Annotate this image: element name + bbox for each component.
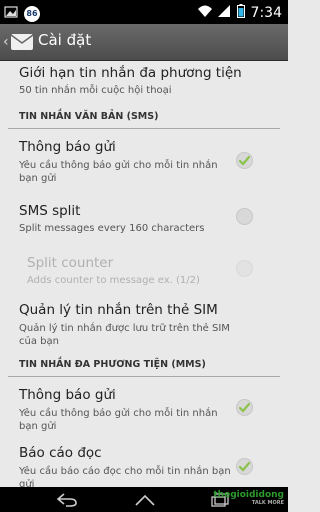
image-notification-icon [4, 4, 18, 23]
notification-badge: 86 [24, 5, 40, 22]
pref-summary: Adds counter to message ex. (1/2) [27, 275, 200, 286]
pref-split-counter[interactable]: Split counter Adds counter to message ex… [0, 251, 288, 293]
pref-mms-delivery-report[interactable]: Thông báo gửi Yêu cầu thông báo gửi cho … [0, 383, 288, 439]
pref-summary: Yêu cầu thông báo gửi cho mỗi tin nhắn b… [19, 160, 218, 184]
pref-summary: Yêu cầu thông báo gửi cho mỗi tin nhắn b… [19, 408, 218, 432]
pref-sim-messages[interactable]: Quản lý tin nhắn trên thẻ SIM Quản lý ti… [0, 301, 288, 351]
pref-title: Thông báo gửi [19, 139, 116, 155]
home-button-icon[interactable] [134, 492, 156, 511]
page-title: Cài đặt [38, 31, 92, 49]
pref-summary: 50 tin nhắn mỗi cuộc hội thoại [19, 85, 172, 96]
battery-icon [236, 3, 245, 22]
section-header-sms: TIN NHẮN VĂN BẢN (SMS) [8, 111, 280, 129]
back-button-icon[interactable] [56, 492, 78, 511]
pref-summary: Quản lý tin nhắn được lưu trữ trên thẻ S… [19, 323, 230, 347]
checkbox-checked[interactable] [236, 399, 253, 416]
messaging-app-icon[interactable] [10, 32, 34, 56]
pref-title: Quản lý tin nhắn trên thẻ SIM [19, 302, 218, 318]
checkbox-unchecked[interactable] [236, 208, 253, 225]
pref-summary: Yêu cầu báo cáo đọc cho mỗi tin nhắn bạn… [19, 466, 231, 487]
pref-sms-delivery-report[interactable]: Thông báo gửi Yêu cầu thông báo gửi cho … [0, 135, 288, 191]
status-bar: 86 7:34 [0, 0, 288, 24]
settings-list: Giới hạn tin nhắn đa phương tiện 50 tin … [0, 61, 288, 487]
pref-mms-limit[interactable]: Giới hạn tin nhắn đa phương tiện 50 tin … [0, 61, 288, 103]
wifi-icon [197, 3, 213, 22]
pref-title: Báo cáo đọc [19, 445, 102, 461]
pref-summary: Split messages every 160 characters [19, 223, 205, 234]
pref-title: Giới hạn tin nhắn đa phương tiện [19, 65, 242, 81]
watermark-logo: thegioididong TALK MORE [213, 490, 284, 506]
watermark-name: thegioididong [213, 490, 284, 500]
pref-read-report[interactable]: Báo cáo đọc Yêu cầu báo cáo đọc cho mỗi … [0, 441, 288, 487]
action-bar: ‹ Cài đặt [0, 24, 288, 61]
checkbox-disabled [236, 260, 253, 277]
pref-sms-split[interactable]: SMS split Split messages every 160 chara… [0, 199, 288, 241]
checkbox-checked[interactable] [236, 152, 253, 169]
pref-title: Split counter [27, 255, 114, 271]
pref-title: SMS split [19, 203, 81, 219]
back-chevron-icon[interactable]: ‹ [3, 34, 9, 50]
section-header-mms: TIN NHẮN ĐA PHƯƠNG TIỆN (MMS) [8, 359, 280, 377]
pref-title: Thông báo gửi [19, 387, 116, 403]
signal-icon [217, 3, 231, 22]
checkbox-checked[interactable] [236, 458, 253, 475]
watermark-tagline: TALK MORE [251, 500, 284, 506]
status-time: 7:34 [250, 4, 282, 21]
